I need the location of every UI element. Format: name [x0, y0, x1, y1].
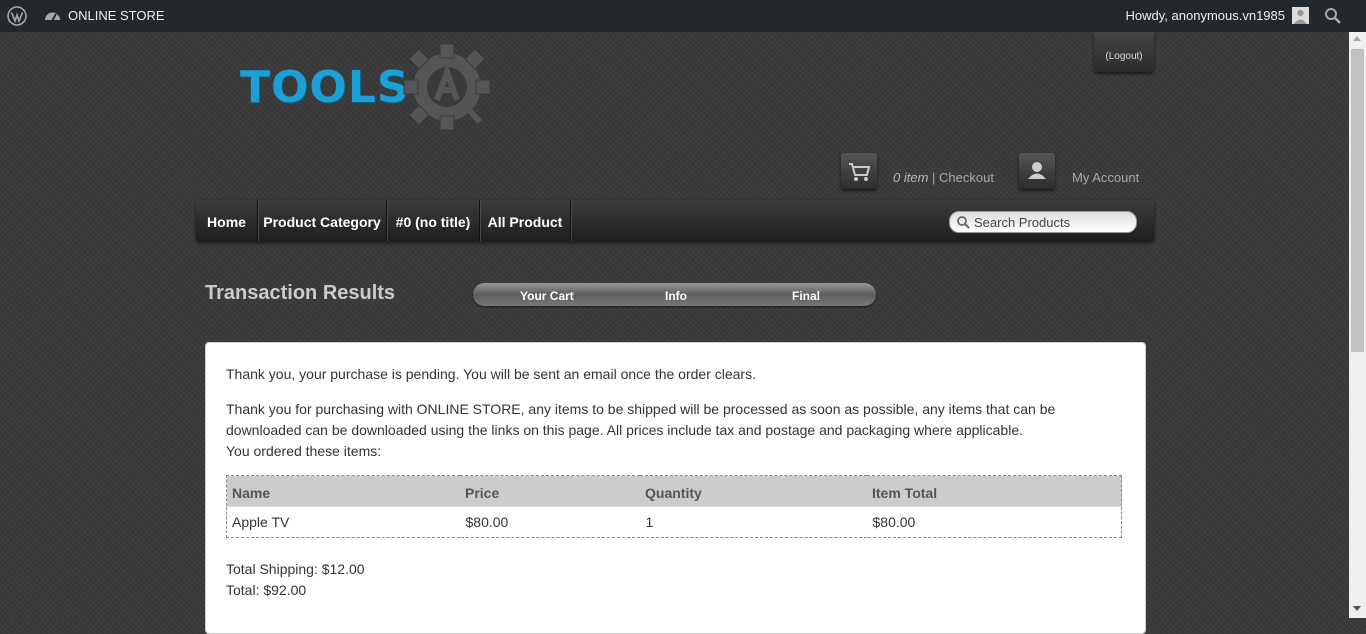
table-row: Apple TV $80.00 1 $80.00 [226, 506, 1122, 538]
order-table: Name Price Quantity Item Total Apple TV … [226, 475, 1122, 538]
order-total: Total: $92.00 [226, 582, 307, 598]
step-info: Info [665, 289, 687, 303]
cart-icon[interactable] [841, 153, 877, 189]
cell-quantity: 1 [639, 506, 867, 538]
page-title: Transaction Results [205, 282, 396, 304]
nav-item-home[interactable]: Home [196, 200, 258, 241]
page-scrollbar[interactable] [1349, 32, 1366, 618]
search-placeholder: Search Products [974, 215, 1071, 230]
table-header-row: Name Price Quantity Item Total [226, 475, 1122, 507]
scroll-up-icon[interactable] [1353, 36, 1361, 41]
cart-separator: | [928, 170, 940, 185]
my-account-link[interactable]: My Account [1072, 170, 1139, 185]
scroll-down-icon[interactable] [1353, 606, 1361, 611]
step-your-cart: Your Cart [520, 289, 574, 303]
thanks-message: Thank you for purchasing with ONLINE STO… [226, 401, 1056, 438]
col-price: Price [460, 475, 640, 507]
nav-item-no-title[interactable]: #0 (no title) [387, 200, 480, 241]
admin-search-icon[interactable] [1324, 7, 1342, 28]
pending-message: Thank you, your purchase is pending. You… [226, 366, 756, 382]
gear-logo-icon [403, 43, 491, 131]
account-icon[interactable] [1019, 153, 1055, 189]
col-name: Name [226, 475, 460, 507]
step-final: Final [792, 289, 821, 303]
checkout-link[interactable]: Checkout [939, 170, 994, 185]
col-quantity: Quantity [640, 475, 867, 507]
col-item-total: Item Total [867, 475, 1122, 507]
howdy-user[interactable]: Howdy, anonymous.vn1985 [1126, 8, 1285, 23]
admin-bar: ONLINE STORE Howdy, anonymous.vn1985 [0, 0, 1366, 32]
cart-summary: 0 item | Checkout [893, 170, 994, 185]
total-shipping: Total Shipping: $12.00 [226, 561, 365, 577]
cart-count: 0 item [893, 170, 929, 185]
nav-item-product-category[interactable]: Product Category [258, 200, 387, 241]
wordpress-logo-icon[interactable] [7, 6, 27, 29]
search-icon [956, 215, 970, 234]
ordered-message: You ordered these items: [226, 443, 382, 459]
logo-text: TOOLS [240, 62, 410, 113]
cell-price: $80.00 [459, 506, 640, 538]
site-name-link[interactable]: ONLINE STORE [68, 8, 165, 23]
avatar[interactable] [1292, 7, 1309, 24]
cell-item-total: $80.00 [866, 506, 1122, 538]
scroll-thumb[interactable] [1351, 49, 1364, 352]
cell-name: Apple TV [226, 506, 460, 538]
checkout-steps: Your Cart Info Final [473, 283, 876, 306]
dashboard-icon[interactable] [44, 8, 61, 26]
logout-button[interactable]: (Logout) [1094, 32, 1154, 72]
search-input[interactable]: Search Products [949, 211, 1137, 233]
nav-item-all-product[interactable]: All Product [480, 200, 571, 241]
transaction-results-panel: Thank you, your purchase is pending. You… [205, 342, 1146, 634]
